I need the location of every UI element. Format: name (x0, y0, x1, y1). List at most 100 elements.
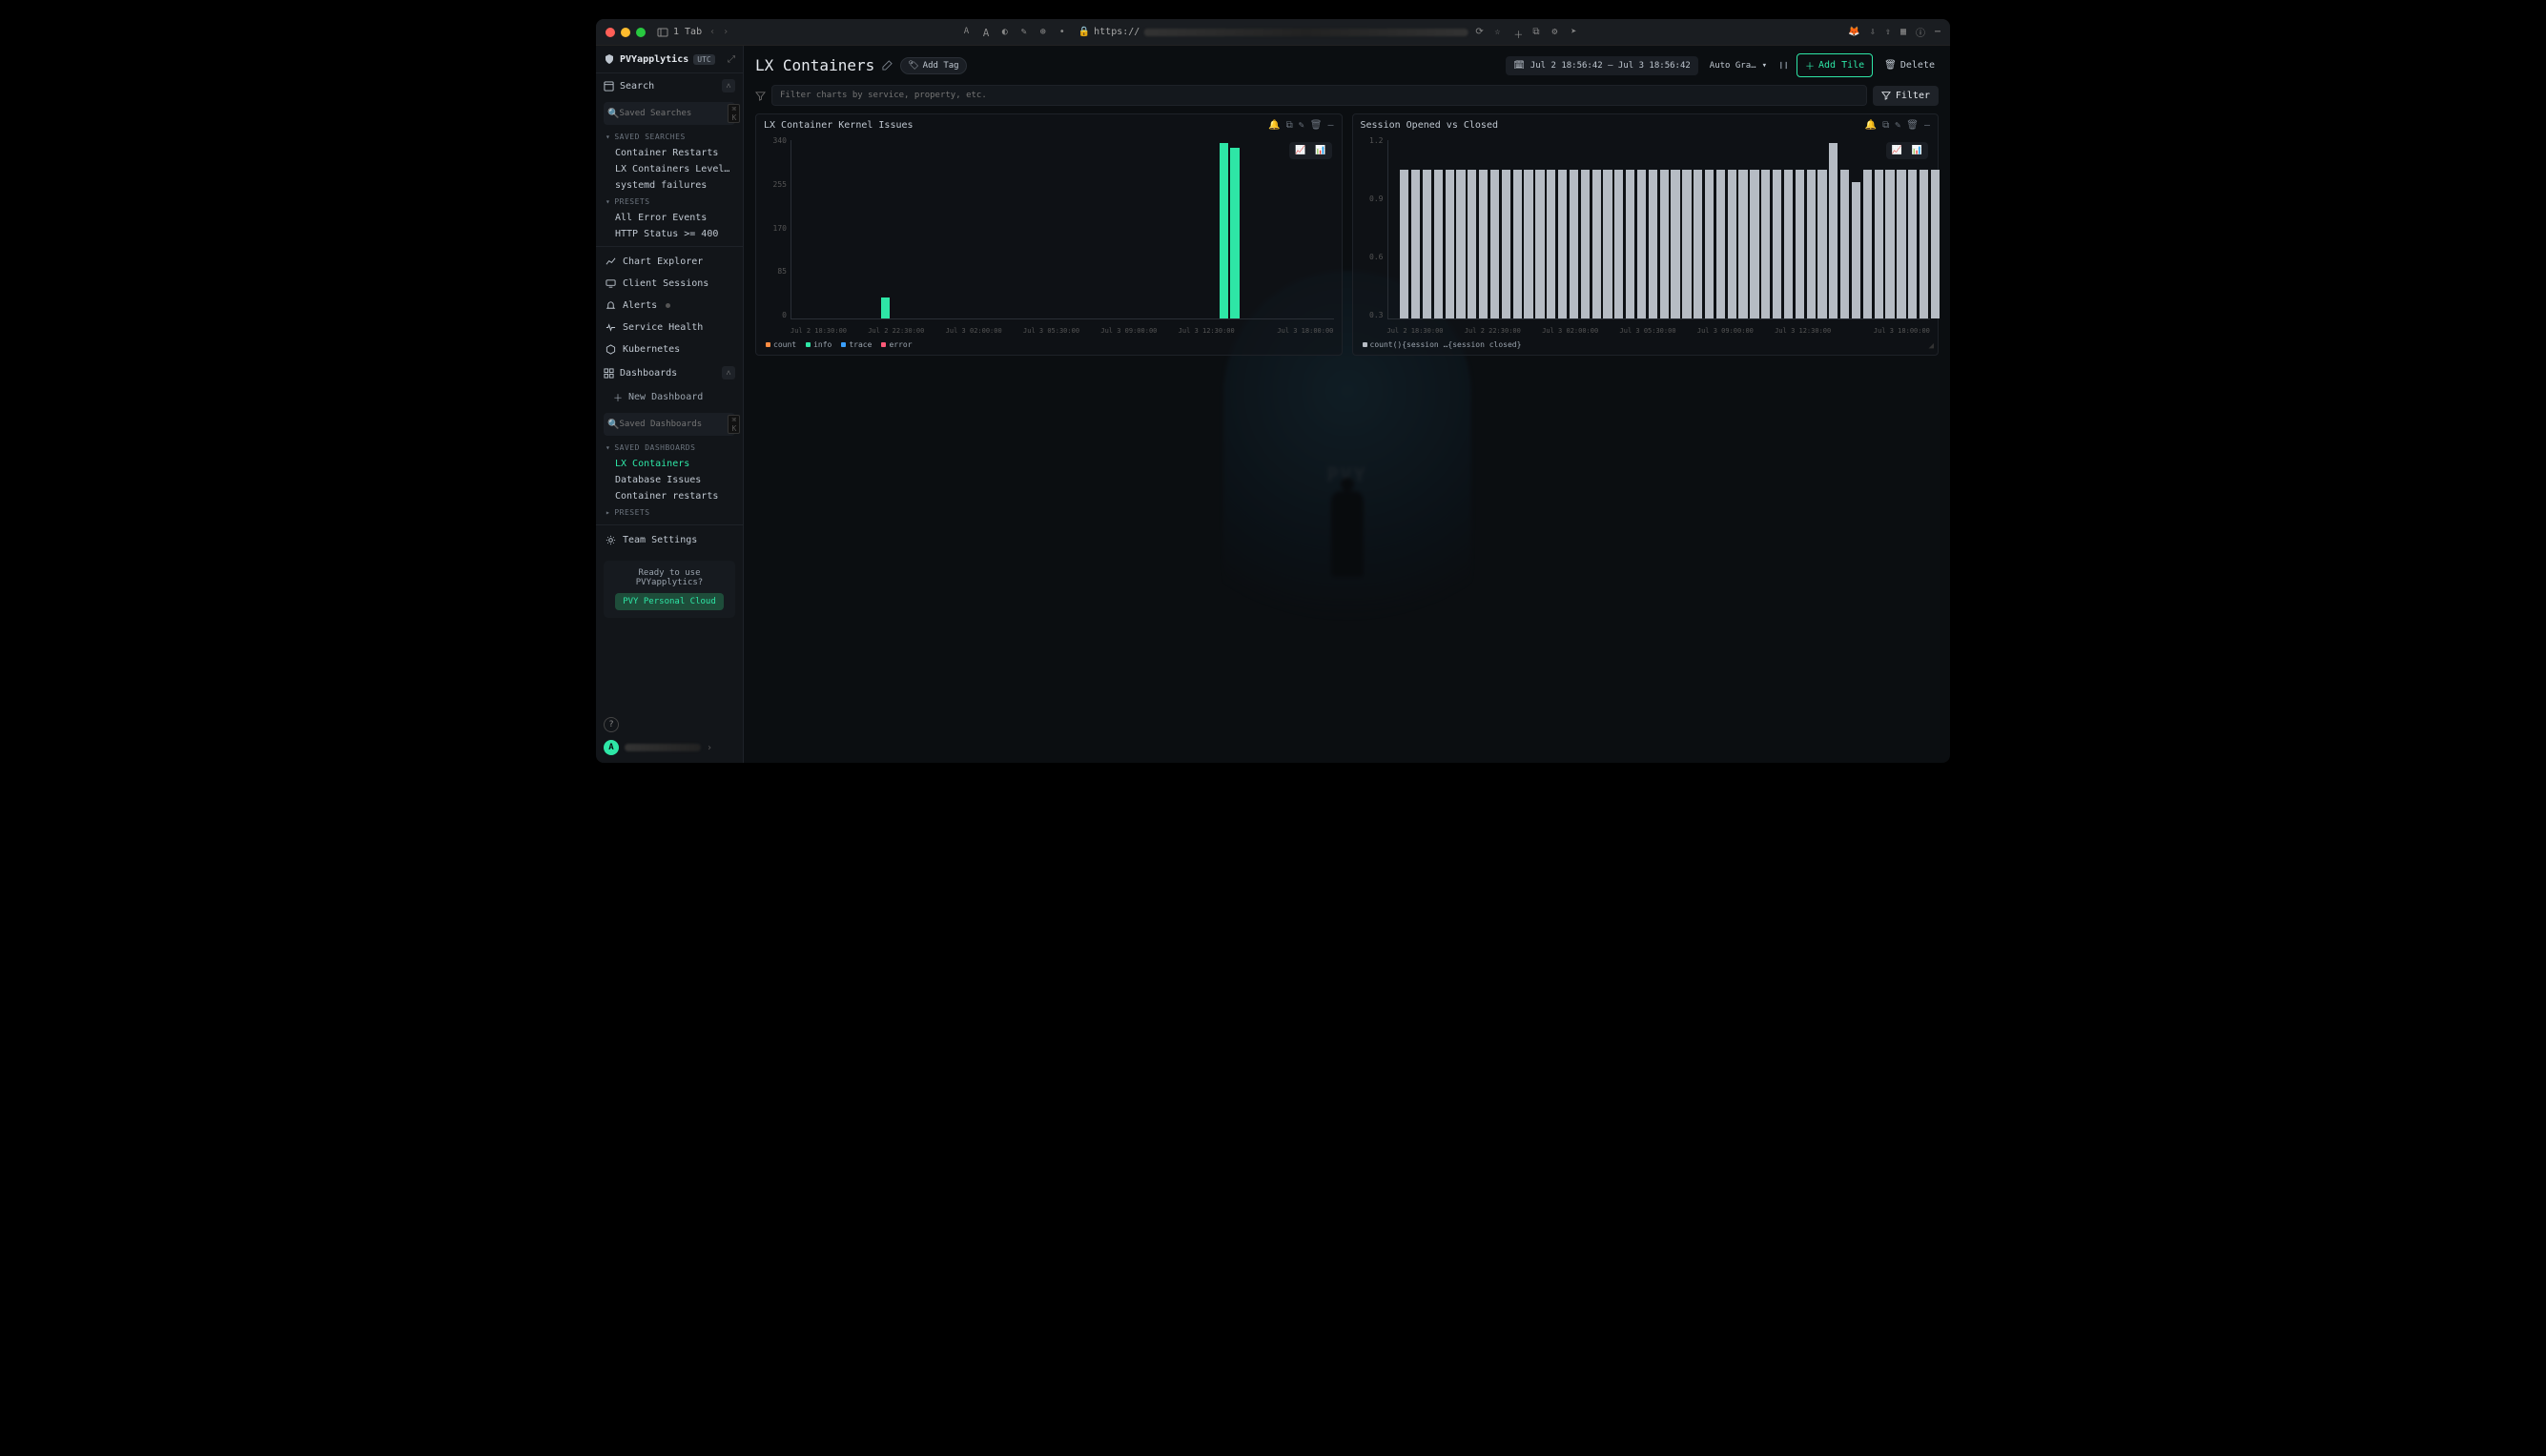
chart-bar[interactable] (1614, 170, 1623, 318)
chart-bar[interactable] (1230, 148, 1239, 318)
delete-dashboard-button[interactable]: 🗑 Delete (1880, 56, 1939, 74)
new-dashboard-button[interactable]: ＋ New Dashboard (596, 385, 743, 409)
timezone-badge[interactable]: UTC (693, 54, 714, 65)
settings-gear-icon[interactable]: ⚙ (1551, 27, 1563, 38)
chart-bar[interactable] (1649, 170, 1657, 318)
chart-bar[interactable] (1694, 170, 1702, 318)
chart-bar[interactable] (1400, 170, 1408, 318)
chart-bar[interactable] (1581, 170, 1590, 318)
legend-item[interactable]: count (766, 340, 796, 349)
reload-icon[interactable]: ⟳ (1475, 27, 1487, 38)
chart-bar[interactable] (1524, 170, 1532, 318)
window-controls[interactable] (606, 28, 646, 37)
chart-bar[interactable] (1637, 170, 1646, 318)
chart-bar[interactable] (1875, 170, 1883, 318)
chart-bar[interactable] (1829, 143, 1838, 318)
forward-button[interactable]: › (723, 27, 729, 37)
translate-icon[interactable]: ✎ (1021, 27, 1033, 38)
chart-bar[interactable] (1750, 170, 1758, 318)
chart-bar[interactable] (1796, 170, 1804, 318)
preset-item[interactable]: All Error Events (596, 210, 743, 226)
open-external-icon[interactable]: ⧉ (1532, 27, 1544, 38)
add-tile-button[interactable]: ＋ Add Tile (1797, 53, 1873, 77)
chart-bar[interactable] (1490, 170, 1499, 318)
chart-bar[interactable] (1592, 170, 1601, 318)
tile-delete-icon[interactable]: 🗑 (1310, 120, 1323, 131)
address-bar[interactable]: 🔒 https:// (1078, 27, 1468, 37)
tab-overview-button[interactable]: 1 Tab (657, 27, 702, 38)
chart-bar[interactable] (1817, 170, 1826, 318)
sidebar-item-client-sessions[interactable]: Client Sessions (596, 273, 743, 295)
chart-bar[interactable] (1558, 170, 1567, 318)
tile-collapse-icon[interactable]: — (1327, 120, 1333, 131)
downloads-icon[interactable]: ⇩ (1870, 27, 1876, 37)
dashboard-item-container-restarts[interactable]: Container restarts (596, 488, 743, 504)
chart-bar[interactable] (1434, 170, 1443, 318)
saved-dashboards-input[interactable] (619, 420, 728, 429)
new-tab-icon[interactable]: ＋ (1513, 27, 1525, 38)
sidebar-item-chart-explorer[interactable]: Chart Explorer (596, 251, 743, 273)
chart-bar[interactable] (1784, 170, 1793, 318)
chart-bar[interactable] (1728, 170, 1736, 318)
chart-bar[interactable] (1660, 170, 1669, 318)
tile-edit-icon[interactable]: ✎ (1895, 120, 1900, 131)
extensions-icon[interactable]: ⊕ (1040, 27, 1052, 38)
sidebar-item-alerts[interactable]: Alerts (596, 295, 743, 317)
chart-bar[interactable] (1682, 170, 1691, 318)
layout-toggle-icon[interactable] (1778, 60, 1789, 71)
sidebar-search-row[interactable]: Search ˄ (596, 73, 743, 98)
text-size-small-icon[interactable]: A (964, 27, 975, 38)
grid-apps-icon[interactable]: ▦ (1900, 27, 1906, 37)
chart-bar[interactable] (1908, 170, 1917, 318)
chart-bar[interactable] (881, 297, 890, 318)
dashboard-item-lx-containers[interactable]: LX Containers (596, 456, 743, 472)
tile-alert-icon[interactable]: 🔔 (1268, 120, 1280, 131)
tile-duplicate-icon[interactable]: ⧉ (1882, 120, 1889, 131)
help-toolbar-icon[interactable]: ⓘ (1916, 25, 1925, 39)
chart-bar[interactable] (1446, 170, 1454, 318)
sidebar-item-kubernetes[interactable]: Kubernetes (596, 338, 743, 360)
chart-bar[interactable] (1931, 170, 1940, 318)
chart-plot[interactable] (790, 140, 1334, 319)
collapse-dashboards-icon[interactable]: ˄ (722, 366, 735, 379)
help-button[interactable]: ? (604, 717, 619, 732)
tile-collapse-icon[interactable]: — (1924, 120, 1930, 131)
maximize-window-icon[interactable] (636, 28, 646, 37)
sidebar-item-dashboards[interactable]: Dashboards ˄ (596, 360, 743, 385)
chart-bar[interactable] (1479, 170, 1488, 318)
chart-plot[interactable] (1387, 140, 1931, 319)
chart-bar[interactable] (1570, 170, 1578, 318)
sidebar-item-team-settings[interactable]: Team Settings (596, 529, 743, 551)
saved-searches-group-label[interactable]: ▾ SAVED SEARCHES (596, 129, 743, 145)
chart-bar[interactable] (1502, 170, 1510, 318)
send-icon[interactable]: ➤ (1571, 27, 1582, 38)
legend-item[interactable]: trace (841, 340, 872, 349)
edit-title-icon[interactable] (882, 60, 893, 71)
legend-item[interactable]: count(){session …{session closed} (1363, 340, 1522, 349)
extension-fox-icon[interactable]: 🦊 (1848, 27, 1859, 37)
tile-edit-icon[interactable]: ✎ (1299, 120, 1304, 131)
chart-bar[interactable] (1863, 170, 1872, 318)
chart-bar[interactable] (1920, 170, 1928, 318)
saved-search-item[interactable]: LX Containers Level Er… (596, 161, 743, 177)
chart-bar[interactable] (1468, 170, 1476, 318)
chart-bar[interactable] (1885, 170, 1894, 318)
chart-bar[interactable] (1603, 170, 1612, 318)
tile-delete-icon[interactable]: 🗑 (1906, 120, 1919, 131)
sidebar-expand-icon[interactable]: ⤢ (728, 54, 735, 65)
chart-bar[interactable] (1513, 170, 1522, 318)
dashboard-item-database-issues[interactable]: Database Issues (596, 472, 743, 488)
text-size-large-icon[interactable]: A (983, 27, 995, 38)
chart-bar[interactable] (1897, 170, 1905, 318)
chart-bar[interactable] (1626, 170, 1634, 318)
user-account-row[interactable]: A › (604, 740, 735, 755)
bookmark-icon[interactable]: ☆ (1494, 27, 1506, 38)
minimize-window-icon[interactable] (621, 28, 630, 37)
chart-bar[interactable] (1716, 170, 1725, 318)
chart-bar[interactable] (1671, 170, 1679, 318)
filter-charts-input[interactable] (771, 85, 1867, 106)
chart-bar[interactable] (1852, 182, 1860, 318)
saved-dashboards-group-label[interactable]: ▾ SAVED DASHBOARDS (596, 440, 743, 456)
share-icon[interactable]: ⇧ (1885, 27, 1891, 37)
chart-bar[interactable] (1705, 170, 1714, 318)
